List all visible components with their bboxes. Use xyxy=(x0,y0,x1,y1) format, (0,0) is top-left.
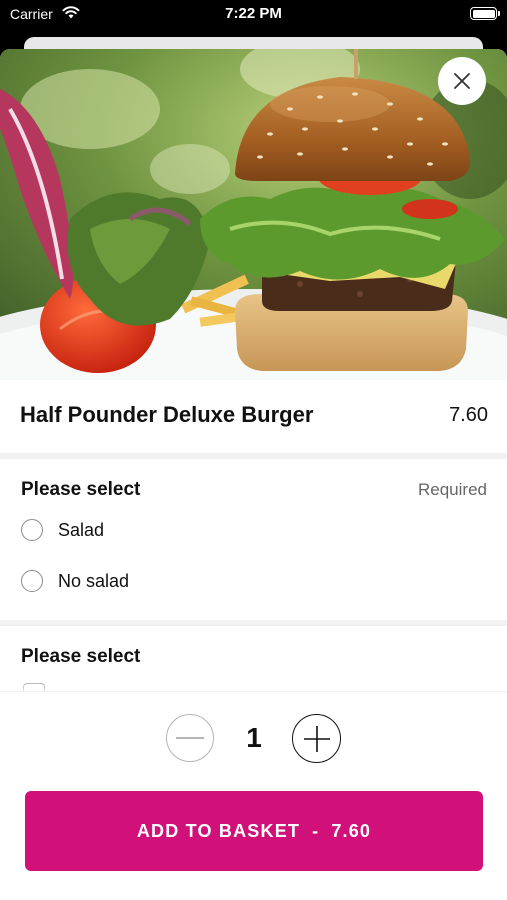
clock: 7:22 PM xyxy=(225,5,282,22)
add-to-basket-label: ADD TO BASKET xyxy=(136,820,301,841)
option-no-salad[interactable]: No salad xyxy=(21,566,129,596)
add-to-basket-price: 7.60 xyxy=(331,820,372,841)
label-separator: - xyxy=(312,820,320,841)
item-sheet: Half Pounder Deluxe Burger 7.60 Please s… xyxy=(0,49,507,900)
close-icon xyxy=(454,73,470,89)
item-price: 7.60 xyxy=(449,404,488,426)
divider xyxy=(0,620,507,626)
section-header: Please select xyxy=(21,646,141,667)
radio-icon[interactable] xyxy=(21,570,43,592)
section-header: Please select xyxy=(21,479,141,500)
quantity-value: 1 xyxy=(246,722,262,753)
battery-icon xyxy=(470,7,500,20)
add-to-basket-button[interactable]: ADD TO BASKET - 7.60 xyxy=(25,791,483,871)
status-bar: Carrier 7:22 PM xyxy=(0,0,507,30)
item-header: Half Pounder Deluxe Burger 7.60 xyxy=(0,380,507,454)
order-footer: 1 ADD TO BASKET - 7.60 xyxy=(0,691,507,900)
item-name: Half Pounder Deluxe Burger xyxy=(20,402,314,427)
option-label: Salad xyxy=(58,519,105,540)
increase-quantity-button[interactable] xyxy=(292,714,341,763)
decrease-quantity-button[interactable] xyxy=(166,714,214,762)
close-button[interactable] xyxy=(438,57,486,105)
option-salad[interactable]: Salad xyxy=(21,515,104,545)
plus-icon xyxy=(303,725,330,752)
minus-icon xyxy=(176,737,204,739)
option-label: No salad xyxy=(58,570,130,591)
required-label: Required xyxy=(418,480,487,499)
burger-photo xyxy=(0,49,507,380)
divider xyxy=(0,453,507,459)
radio-icon[interactable] xyxy=(21,519,43,541)
